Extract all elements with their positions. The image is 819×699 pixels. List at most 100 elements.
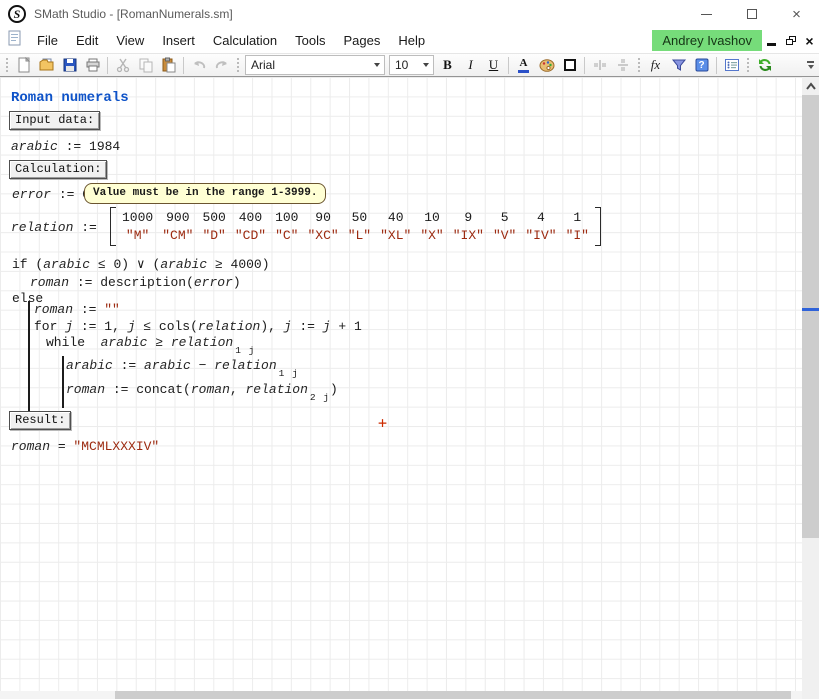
- expr-arabic-definition[interactable]: arabic := 1984: [11, 139, 120, 154]
- cut-button[interactable]: [111, 54, 134, 76]
- align-horizontal-button[interactable]: [588, 54, 611, 76]
- clipboard-paste-icon: [161, 57, 177, 73]
- worksheet-canvas[interactable]: Roman numerals Input data: arabic := 198…: [0, 77, 802, 699]
- expr-roman-concat[interactable]: roman := concat(roman, relation2 j): [66, 382, 338, 403]
- menu-file[interactable]: File: [28, 30, 67, 51]
- background-color-button[interactable]: [535, 54, 558, 76]
- maximize-button[interactable]: [729, 0, 774, 28]
- user-account-button[interactable]: Andrey Ivashov: [652, 30, 762, 51]
- align-vertical-icon: [615, 57, 631, 73]
- mdi-close-button[interactable]: ×: [800, 31, 819, 50]
- mdi-restore-button[interactable]: [781, 31, 800, 50]
- border-frame-icon: [562, 57, 578, 73]
- new-page-icon: [16, 57, 32, 73]
- new-button[interactable]: [12, 54, 35, 76]
- toolbar-grip[interactable]: [637, 57, 641, 73]
- menu-insert[interactable]: Insert: [153, 30, 204, 51]
- close-button[interactable]: ×: [774, 0, 819, 28]
- chevron-down-icon: [423, 63, 429, 67]
- printer-icon: [85, 57, 101, 73]
- save-button[interactable]: [58, 54, 81, 76]
- expr-for-loop[interactable]: for j := 1, j ≤ cols(relation), j := j +…: [34, 319, 362, 334]
- font-size-select[interactable]: 10: [389, 55, 434, 75]
- expr-while-condition[interactable]: while arabic ≥ relation1 j: [46, 335, 255, 356]
- question-mark-icon: ?: [698, 60, 704, 71]
- scroll-position-marker: [802, 308, 819, 311]
- save-floppy-icon: [62, 57, 78, 73]
- section-label-result[interactable]: Result:: [9, 411, 71, 430]
- page-title[interactable]: Roman numerals: [11, 90, 129, 106]
- block-bar-inner: [62, 356, 64, 408]
- document-icon: [8, 30, 22, 51]
- paste-button[interactable]: [157, 54, 180, 76]
- funnel-icon: [671, 57, 687, 73]
- underline-icon: U: [489, 57, 498, 73]
- toolbar-grip[interactable]: [5, 57, 9, 73]
- reference-book-button[interactable]: ?: [690, 54, 713, 76]
- minimize-icon: [701, 14, 712, 15]
- align-vertical-button[interactable]: [611, 54, 634, 76]
- expr-error-definition[interactable]: error := 0: [12, 187, 90, 202]
- undo-button[interactable]: [187, 54, 210, 76]
- overflow-chevron-icon: [808, 65, 814, 69]
- section-label-input-data[interactable]: Input data:: [9, 111, 100, 130]
- section-label-calculation[interactable]: Calculation:: [9, 160, 107, 179]
- expr-roman-description[interactable]: roman := description(error): [30, 275, 241, 290]
- vertical-scrollbar[interactable]: [802, 77, 819, 699]
- font-family-select[interactable]: Arial: [245, 55, 385, 75]
- options-button[interactable]: [720, 54, 743, 76]
- border-button[interactable]: [558, 54, 581, 76]
- recalculate-button[interactable]: [753, 54, 776, 76]
- bold-button[interactable]: B: [436, 54, 459, 76]
- toolbar: Arial 10 B I U A fx ?: [0, 53, 819, 77]
- refresh-icon: [757, 57, 773, 73]
- copy-icon: [138, 57, 154, 73]
- palette-icon: [539, 57, 555, 73]
- minimize-button[interactable]: [684, 0, 729, 28]
- expr-arabic-update[interactable]: arabic := arabic − relation1 j: [66, 358, 299, 379]
- open-button[interactable]: [35, 54, 58, 76]
- print-button[interactable]: [81, 54, 104, 76]
- insert-unit-button[interactable]: [667, 54, 690, 76]
- maximize-icon: [747, 9, 757, 19]
- menu-pages[interactable]: Pages: [335, 30, 390, 51]
- expr-roman-result[interactable]: roman = "MCMLXXXIV": [11, 439, 159, 454]
- redo-button[interactable]: [210, 54, 233, 76]
- toolbar-grip[interactable]: [746, 57, 750, 73]
- italic-button[interactable]: I: [459, 54, 482, 76]
- menu-help[interactable]: Help: [389, 30, 434, 51]
- relation-matrix[interactable]: 1000900500400100905040109541"M""CM""D""C…: [110, 207, 601, 246]
- font-family-value: Arial: [251, 58, 275, 72]
- scroll-up-button[interactable]: [802, 77, 819, 94]
- toolbar-overflow-button[interactable]: [804, 61, 817, 69]
- horizontal-scrollbar-thumb[interactable]: [115, 691, 791, 699]
- menu-tools[interactable]: Tools: [286, 30, 334, 51]
- redo-arrow-icon: [214, 57, 230, 73]
- menu-view[interactable]: View: [107, 30, 153, 51]
- validation-tooltip: Value must be in the range 1-3999.: [84, 183, 326, 204]
- insert-function-button[interactable]: fx: [644, 54, 667, 76]
- toolbar-grip[interactable]: [236, 57, 240, 73]
- matrix-bracket-right: [595, 207, 601, 246]
- font-color-icon: A: [518, 58, 529, 73]
- menu-calculation[interactable]: Calculation: [204, 30, 286, 51]
- app-logo-icon: S: [8, 5, 26, 23]
- mdi-minimize-button[interactable]: [762, 31, 781, 50]
- vertical-scrollbar-thumb[interactable]: [802, 95, 819, 538]
- expr-roman-empty[interactable]: roman := "": [34, 302, 120, 317]
- menu-edit[interactable]: Edit: [67, 30, 107, 51]
- underline-button[interactable]: U: [482, 54, 505, 76]
- align-horizontal-icon: [592, 57, 608, 73]
- italic-icon: I: [468, 57, 472, 73]
- menu-bar: File Edit View Insert Calculation Tools …: [0, 28, 819, 53]
- font-color-button[interactable]: A: [512, 54, 535, 76]
- expr-if-condition[interactable]: if (arabic ≤ 0) ∨ (arabic ≥ 4000): [12, 257, 270, 272]
- horizontal-scrollbar[interactable]: [0, 691, 802, 699]
- undo-arrow-icon: [191, 57, 207, 73]
- chevron-down-icon: [374, 63, 380, 67]
- options-list-icon: [724, 57, 740, 73]
- bold-icon: B: [443, 57, 452, 73]
- copy-button[interactable]: [134, 54, 157, 76]
- title-bar: S SMath Studio - [RomanNumerals.sm] ×: [0, 0, 819, 28]
- expr-relation-lhs[interactable]: relation :=: [11, 220, 105, 235]
